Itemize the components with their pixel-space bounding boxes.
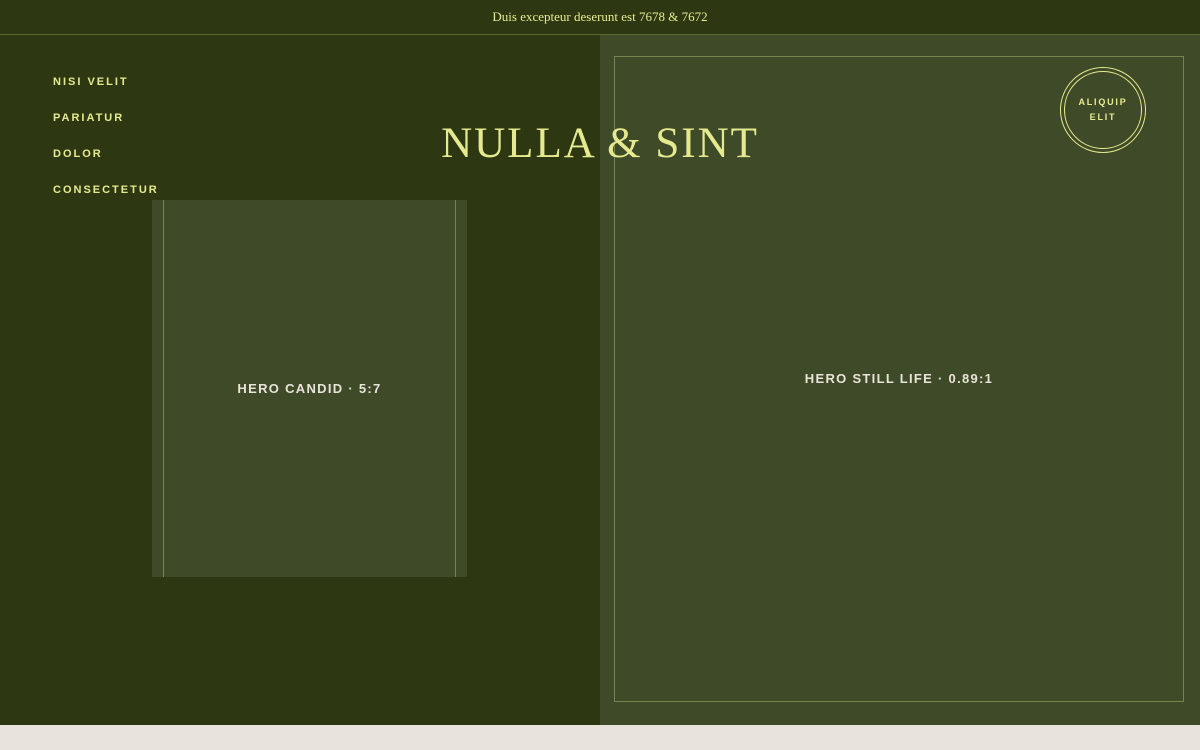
frame-line-right bbox=[455, 200, 456, 577]
badge-line-1: ALIQUIP bbox=[1078, 97, 1128, 107]
badge-line-2: ELIT bbox=[1089, 112, 1117, 122]
nav-item-nisi-velit[interactable]: NISI VELIT bbox=[53, 75, 159, 111]
nav-item-consectetur[interactable]: CONSECTETUR bbox=[53, 183, 159, 219]
announcement-text: Duis excepteur deserunt est 7678 & 7672 bbox=[492, 9, 708, 24]
frame-line-left bbox=[163, 200, 164, 577]
hero-candid-image: HERO CANDID · 5:7 bbox=[152, 200, 467, 577]
hero-still-caption: HERO STILL LIFE · 0.89:1 bbox=[804, 370, 994, 386]
circular-badge-button[interactable]: ALIQUIP ELIT bbox=[1060, 67, 1146, 153]
announcement-bar: Duis excepteur deserunt est 7678 & 7672 bbox=[0, 0, 1200, 35]
hero-candid-caption: HERO CANDID · 5:7 bbox=[237, 381, 382, 396]
badge-inner-ring: ALIQUIP ELIT bbox=[1064, 71, 1142, 149]
site-logo[interactable]: NULLA & SINT bbox=[0, 118, 1200, 170]
